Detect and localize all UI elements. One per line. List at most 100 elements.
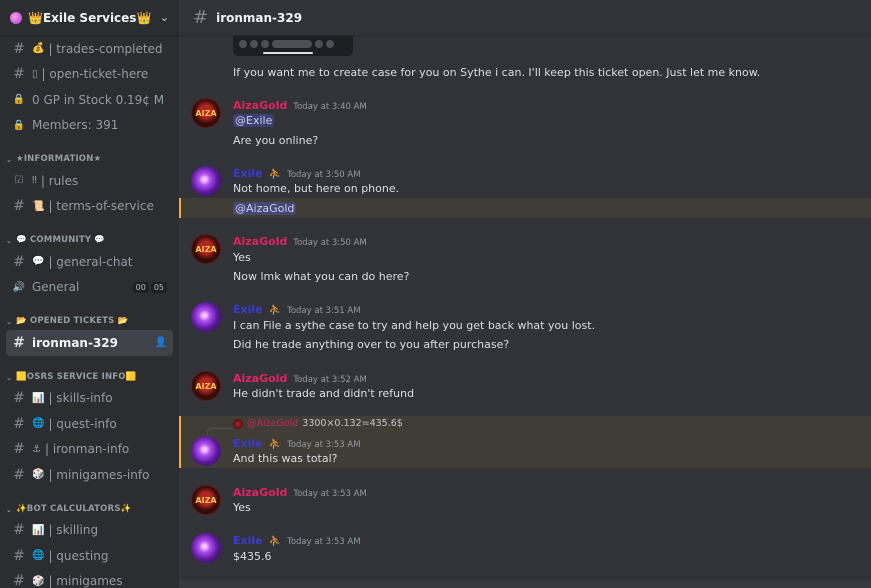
category-label: ✨BOT CALCULATORS✨ bbox=[16, 503, 132, 514]
sidebar-channel[interactable]: # 📊 | skilling bbox=[6, 518, 173, 544]
avatar[interactable]: AIZA bbox=[191, 371, 221, 401]
sidebar-channel[interactable]: # 💬 | general-chat bbox=[6, 249, 173, 275]
category-header[interactable]: ⌄ ★INFORMATION★ bbox=[6, 144, 173, 168]
sidebar-channel[interactable]: ☑ ‼ | rules bbox=[6, 168, 173, 194]
hash-icon: # bbox=[13, 573, 25, 588]
add-member-icon[interactable]: 👤 bbox=[155, 337, 167, 348]
reply-text[interactable]: 3300×0.132=435.6$ bbox=[302, 418, 403, 429]
message-header: AizaGold Today at 3:53 AM bbox=[233, 486, 367, 499]
sidebar-channel[interactable]: # 🎲 | minigames-info bbox=[6, 462, 173, 488]
channel-emoji: 🌐 bbox=[32, 550, 45, 562]
image-attachment[interactable] bbox=[233, 36, 353, 56]
sidebar-channel[interactable]: # ▯ | open-ticket-here bbox=[6, 62, 173, 88]
username[interactable]: AizaGold bbox=[233, 99, 287, 112]
hash-icon: # bbox=[13, 441, 25, 458]
timestamp: Today at 3:52 AM bbox=[293, 375, 367, 385]
checkbox-icon: ☑ bbox=[14, 175, 24, 187]
hash-icon: # bbox=[13, 253, 25, 270]
category-label: 💬 COMMUNITY 💬 bbox=[16, 235, 106, 245]
channel-label: | minigames-info bbox=[48, 467, 150, 482]
channel-label: | ironman-info bbox=[44, 442, 130, 457]
avatar[interactable] bbox=[191, 533, 221, 563]
chevron-down-icon: ⌄ bbox=[6, 505, 13, 514]
channel-emoji: 📊 bbox=[32, 524, 45, 536]
category-label: 🟨OSRS SERVICE INFO🟨 bbox=[16, 371, 137, 382]
sidebar-channel[interactable]: # 🎲 | minigames bbox=[6, 569, 173, 588]
chevron-down-icon: ⌄ bbox=[6, 373, 13, 382]
badge-value: 05 bbox=[150, 281, 167, 293]
username[interactable]: AizaGold bbox=[233, 486, 287, 499]
sidebar-channel[interactable]: 🔊 General 00 05 bbox=[6, 275, 173, 301]
channel-label: | trades-completed bbox=[48, 41, 163, 56]
category-header[interactable]: ⌄ ✨BOT CALCULATORS✨ bbox=[6, 494, 173, 518]
role-icon: ⛹ bbox=[268, 439, 282, 450]
message-text: @AizaGold bbox=[233, 202, 297, 215]
sidebar-channel[interactable]: 🔒 Members: 391 bbox=[6, 113, 173, 139]
chevron-down-icon: ⌄ bbox=[6, 237, 13, 245]
avatar[interactable] bbox=[191, 436, 221, 466]
user-mention[interactable]: @Exile bbox=[233, 114, 275, 127]
username[interactable]: Exile bbox=[233, 437, 263, 450]
message-header: Exile ⛹ Today at 3:53 AM bbox=[233, 534, 361, 547]
lock-icon: 🔒 bbox=[12, 119, 26, 131]
timestamp: Today at 3:51 AM bbox=[287, 306, 361, 316]
category-header[interactable]: ⌄ 📂 OPENED TICKETS 📂 bbox=[6, 306, 173, 330]
message-text: He didn't trade and didn't refund bbox=[233, 387, 415, 400]
channel-label: | skills-info bbox=[48, 391, 113, 406]
sidebar-channel[interactable]: # 💰 | trades-completed bbox=[6, 36, 173, 62]
hash-icon: # bbox=[13, 522, 25, 539]
server-header[interactable]: 👑Exile Services👑 ⌄ bbox=[0, 0, 179, 36]
message-text: Did he trade anything over to you after … bbox=[233, 338, 510, 351]
username[interactable]: AizaGold bbox=[233, 235, 287, 248]
message-header: AizaGold Today at 3:52 AM bbox=[233, 372, 367, 385]
message-text: And this was total? bbox=[233, 452, 338, 465]
category-label: ★INFORMATION★ bbox=[16, 154, 102, 164]
username[interactable]: Exile bbox=[233, 303, 263, 316]
sidebar-channel[interactable]: 🔒 0 GP in Stock 0.19¢ M bbox=[6, 87, 173, 113]
sidebar-channel[interactable]: # ⚓ | ironman-info bbox=[6, 437, 173, 463]
timestamp: Today at 3:53 AM bbox=[287, 537, 361, 547]
avatar[interactable]: AIZA bbox=[191, 234, 221, 264]
sidebar-channel[interactable]: # 📜 | terms-of-service bbox=[6, 194, 173, 220]
reply-username[interactable]: @AizaGold bbox=[247, 418, 298, 429]
server-name: 👑Exile Services👑 bbox=[28, 10, 152, 25]
message-header: AizaGold Today at 3:50 AM bbox=[233, 235, 367, 248]
sidebar-channel[interactable]: # 🌐 | questing bbox=[6, 543, 173, 569]
message-text: If you want me to create case for you on… bbox=[233, 66, 761, 79]
avatar[interactable] bbox=[191, 302, 221, 332]
channel-label: | questing bbox=[48, 548, 109, 563]
channel-label: | quest-info bbox=[48, 416, 117, 431]
channel-emoji: ▯ bbox=[32, 68, 38, 80]
user-mention[interactable]: @AizaGold bbox=[233, 202, 297, 215]
username[interactable]: Exile bbox=[233, 167, 263, 180]
speaker-icon: 🔊 bbox=[12, 281, 26, 293]
server-icon bbox=[10, 11, 22, 24]
chevron-down-icon[interactable]: ⌄ bbox=[160, 11, 169, 24]
message-text: $435.6 bbox=[233, 550, 272, 563]
username[interactable]: AizaGold bbox=[233, 372, 287, 385]
lock-icon: 🔒 bbox=[12, 94, 26, 106]
channel-emoji: 🎲 bbox=[32, 575, 45, 587]
avatar[interactable]: AIZA bbox=[191, 98, 221, 128]
category-header[interactable]: ⌄ 🟨OSRS SERVICE INFO🟨 bbox=[6, 362, 173, 386]
category-header[interactable]: ⌄ 💬 COMMUNITY 💬 bbox=[6, 225, 173, 249]
channel-emoji: 💰 bbox=[32, 43, 45, 55]
hash-icon: # bbox=[193, 7, 209, 28]
sidebar-channel[interactable]: # 🌐 | quest-info bbox=[6, 411, 173, 437]
channel-sidebar: 👑Exile Services👑 ⌄ # 💰 | trades-completed #… bbox=[0, 0, 179, 588]
channel-emoji: ⚓ bbox=[32, 443, 41, 455]
reply-preview[interactable]: @AizaGold 3300×0.132=435.6$ bbox=[233, 418, 403, 429]
avatar[interactable] bbox=[191, 166, 221, 196]
channel-label: | skilling bbox=[48, 523, 99, 538]
channel-label: ironman-329 bbox=[32, 335, 118, 350]
avatar[interactable]: AIZA bbox=[191, 485, 221, 515]
badge-value: 00 bbox=[132, 281, 149, 293]
sidebar-channel[interactable]: # ironman-329 👤 bbox=[6, 330, 173, 356]
message-text: Now lmk what you can do here? bbox=[233, 270, 410, 283]
sidebar-channel[interactable]: # 📊 | skills-info bbox=[6, 386, 173, 412]
username[interactable]: Exile bbox=[233, 534, 263, 547]
channel-list: # 💰 | trades-completed # ▯ | open-ticket-here… bbox=[0, 36, 179, 588]
role-icon: ⛹ bbox=[268, 169, 282, 180]
message-list[interactable]: If you want me to create case for you on… bbox=[179, 36, 871, 588]
chevron-down-icon: ⌄ bbox=[6, 156, 13, 164]
